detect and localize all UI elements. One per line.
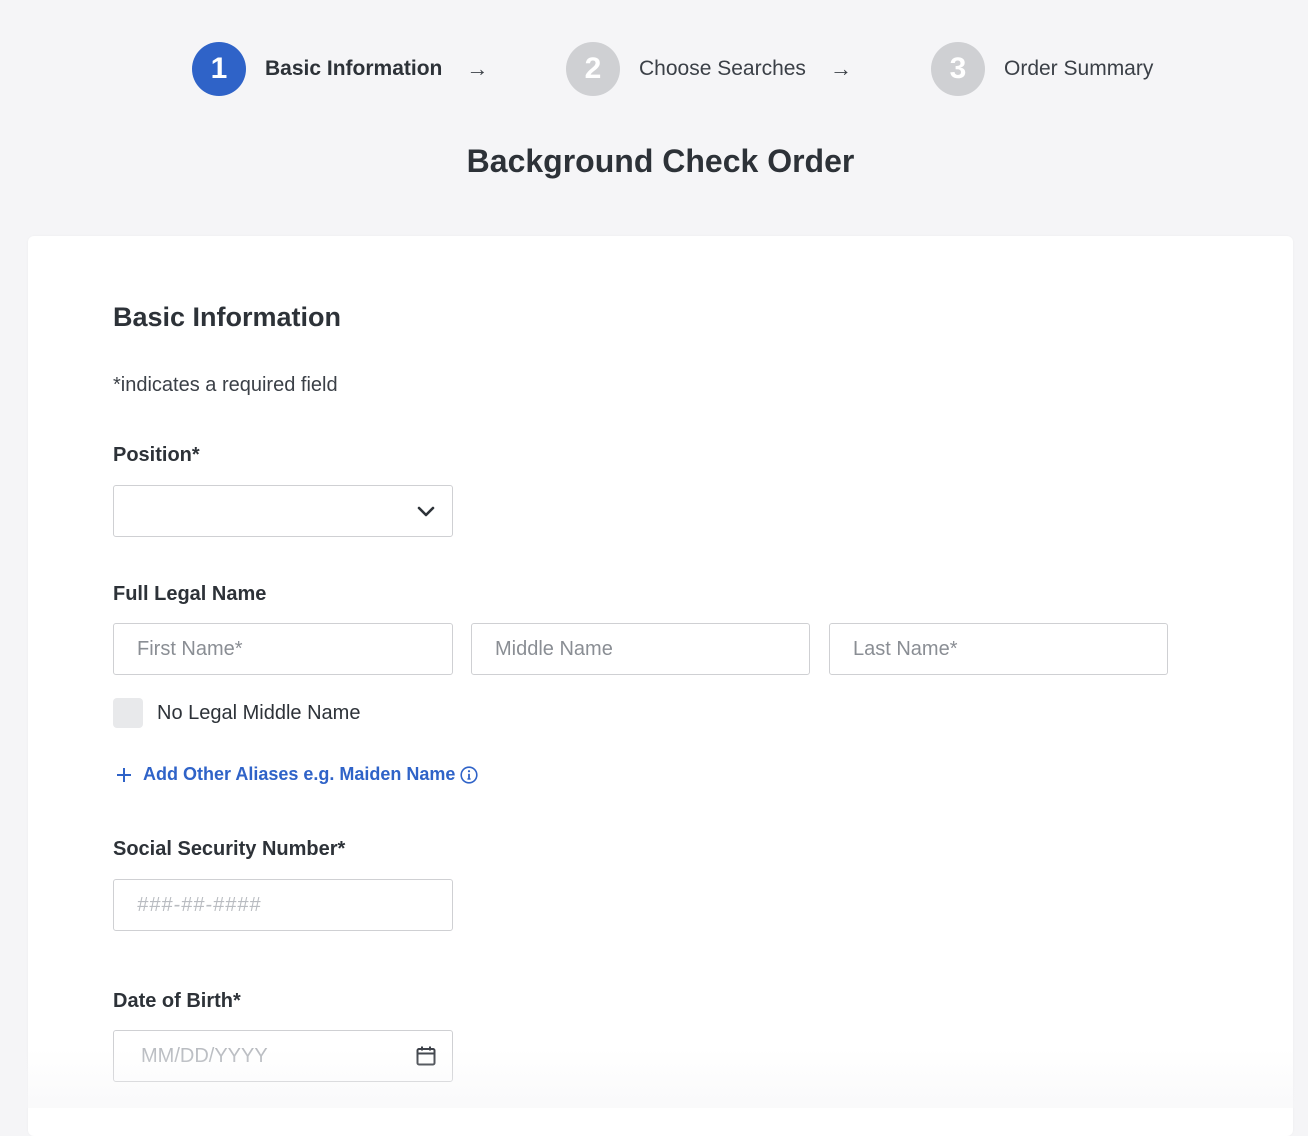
step-number-3: 3: [931, 42, 985, 96]
section-title: Basic Information: [113, 302, 341, 333]
step-number-2: 2: [566, 42, 620, 96]
plus-icon: [113, 766, 135, 784]
step-order-summary: 3 Order Summary: [931, 41, 1153, 97]
no-middle-name-row[interactable]: No Legal Middle Name: [113, 698, 360, 728]
middle-name-field[interactable]: Middle Name: [471, 623, 810, 675]
add-aliases-link[interactable]: Add Other Aliases e.g. Maiden Name: [113, 764, 479, 785]
step-basic-information: 1 Basic Information →: [192, 41, 488, 97]
step-label-order-summary: Order Summary: [1004, 57, 1153, 81]
step-label-choose-searches: Choose Searches: [639, 57, 806, 81]
position-select[interactable]: [113, 485, 453, 537]
calendar-icon[interactable]: [414, 1044, 438, 1068]
position-label: Position*: [113, 444, 200, 467]
page-title: Background Check Order: [0, 143, 1308, 180]
required-field-note: *indicates a required field: [113, 374, 338, 397]
middle-name-placeholder: Middle Name: [495, 638, 613, 661]
chevron-down-icon: [414, 499, 438, 523]
ssn-placeholder: ###-##-####: [137, 894, 261, 917]
last-name-field[interactable]: Last Name*: [829, 623, 1168, 675]
right-arrow-icon: →: [830, 56, 852, 82]
ssn-field[interactable]: ###-##-####: [113, 879, 453, 931]
add-aliases-label: Add Other Aliases e.g. Maiden Name: [143, 764, 455, 785]
first-name-field[interactable]: First Name*: [113, 623, 453, 675]
last-name-placeholder: Last Name*: [853, 638, 958, 661]
progress-stepper: 1 Basic Information → 2 Choose Searches …: [0, 41, 1308, 97]
date-of-birth-field[interactable]: MM/DD/YYYY: [113, 1030, 453, 1082]
first-name-placeholder: First Name*: [137, 638, 243, 661]
form-card: Basic Information *indicates a required …: [28, 236, 1293, 1136]
no-middle-name-checkbox[interactable]: [113, 698, 143, 728]
date-of-birth-label: Date of Birth*: [113, 990, 241, 1013]
step-number-1: 1: [192, 42, 246, 96]
ssn-label: Social Security Number*: [113, 838, 345, 861]
right-arrow-icon: →: [466, 56, 488, 82]
step-label-basic-information: Basic Information: [265, 57, 442, 81]
no-middle-name-label: No Legal Middle Name: [157, 702, 360, 725]
full-legal-name-label: Full Legal Name: [113, 583, 266, 606]
date-of-birth-placeholder: MM/DD/YYYY: [141, 1045, 268, 1068]
step-choose-searches: 2 Choose Searches →: [566, 41, 852, 97]
info-icon[interactable]: [459, 765, 479, 785]
